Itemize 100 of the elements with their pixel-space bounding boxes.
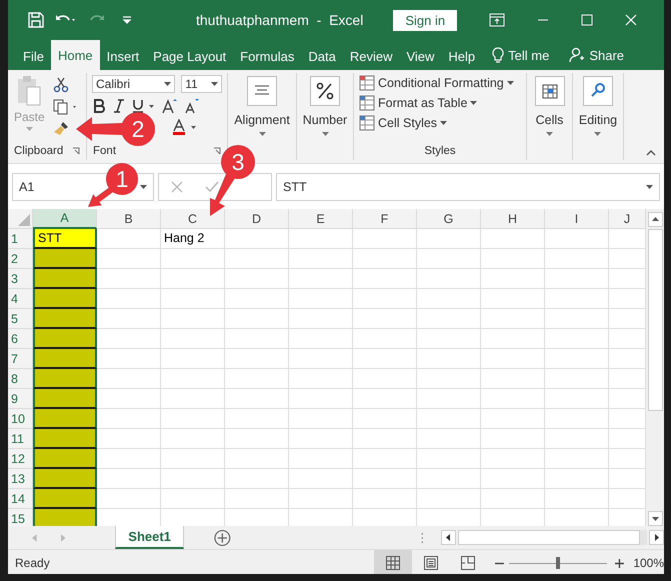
table-cell [417, 469, 481, 489]
ribbon-tab[interactable]: Help [441, 42, 482, 70]
table-cell [161, 429, 225, 449]
ribbon-tab[interactable]: View [399, 42, 442, 70]
caret-icon[interactable] [322, 132, 328, 136]
column-header[interactable]: D [225, 209, 289, 229]
column-header[interactable]: F [353, 209, 417, 229]
table-cell [161, 249, 225, 269]
caret-icon[interactable] [440, 121, 448, 125]
caret-icon[interactable] [546, 132, 553, 136]
ribbon-tab[interactable]: Formulas [233, 42, 302, 70]
caret-icon[interactable] [140, 185, 147, 189]
increase-font-icon[interactable] [162, 98, 178, 114]
italic-icon[interactable] [112, 99, 126, 113]
row-header[interactable]: 7 [8, 349, 33, 369]
underline-icon[interactable] [132, 99, 156, 113]
share-button[interactable]: Share [589, 42, 624, 70]
caret-icon[interactable] [164, 82, 172, 86]
table-cell [417, 309, 481, 329]
row-header[interactable]: 4 [8, 289, 33, 309]
scroll-right-icon[interactable] [649, 530, 664, 545]
row-header[interactable]: 8 [8, 369, 33, 389]
caret-icon[interactable] [470, 101, 478, 105]
add-sheet-icon[interactable] [214, 528, 231, 546]
styles-menu-button[interactable]: Format as Table [378, 96, 478, 110]
table-cell [545, 229, 609, 249]
number-button[interactable]: Number [300, 73, 350, 139]
pointer-arrow [88, 186, 114, 207]
font-name-dropdown[interactable]: Calibri [92, 75, 176, 93]
row-header[interactable]: 13 [8, 469, 33, 489]
sign-in-button[interactable]: Sign in [393, 10, 458, 30]
row-header[interactable]: 5 [8, 309, 33, 329]
scrollbar-thumb[interactable] [648, 229, 662, 411]
table-cell [289, 309, 353, 329]
dialog-launcher-icon[interactable] [72, 147, 80, 155]
ribbon-display-icon[interactable] [489, 13, 506, 27]
zoom-in-icon[interactable] [615, 558, 624, 568]
ribbon-tab[interactable]: Page Layout [146, 42, 234, 70]
alignment-button[interactable]: Alignment [232, 73, 292, 139]
table-cell [97, 229, 161, 249]
caret-icon[interactable] [646, 185, 653, 189]
font-size-dropdown[interactable]: 11 [181, 75, 222, 93]
column-header[interactable]: G [417, 209, 481, 229]
styles-menu-button[interactable]: Cell Styles [378, 116, 448, 130]
ribbon-tab[interactable]: Insert [100, 42, 146, 70]
maximize-icon[interactable] [581, 14, 594, 26]
table-cell [97, 449, 161, 469]
table-cell [97, 269, 161, 289]
cut-icon[interactable] [52, 77, 69, 93]
decrease-font-icon[interactable] [184, 98, 200, 114]
caret-icon[interactable] [594, 132, 602, 136]
collapse-ribbon-icon[interactable] [646, 149, 656, 157]
scroll-up-icon[interactable] [648, 212, 662, 227]
person-add-icon [569, 47, 586, 63]
table-cell [353, 229, 417, 249]
save-icon[interactable] [28, 12, 44, 28]
caret-icon[interactable] [211, 82, 218, 86]
cells-button[interactable]: Cells [532, 73, 566, 139]
row-header[interactable]: 11 [8, 429, 33, 449]
tell-me-link[interactable]: Tell me [508, 42, 550, 70]
table-style-icon [359, 95, 375, 111]
row-header[interactable]: 12 [8, 449, 33, 469]
bold-icon[interactable] [92, 99, 106, 113]
check-icon[interactable] [205, 181, 219, 193]
close-icon[interactable] [625, 14, 638, 26]
view-button[interactable] [374, 550, 412, 574]
column-header[interactable]: B [97, 209, 161, 229]
slider-thumb[interactable] [556, 557, 560, 569]
row-header[interactable]: 15 [8, 509, 33, 526]
scroll-down-icon[interactable] [648, 511, 662, 526]
column-header[interactable]: E [289, 209, 353, 229]
row-header[interactable]: 2 [8, 249, 33, 269]
format-painter-icon[interactable] [52, 121, 69, 137]
column-header[interactable]: A [33, 209, 97, 229]
copy-icon[interactable] [52, 99, 79, 115]
row-header[interactable]: 6 [8, 329, 33, 349]
table-cell [289, 249, 353, 269]
scrollbar-thumb[interactable] [458, 530, 640, 545]
styles-menu-button[interactable]: Conditional Formatting [378, 76, 514, 90]
row-header[interactable]: 3 [8, 269, 33, 289]
row-header[interactable]: 1 [8, 229, 33, 249]
ribbon-tab[interactable]: Data [301, 42, 343, 70]
dialog-launcher-icon[interactable] [213, 147, 221, 155]
editing-button[interactable]: Editing [576, 73, 620, 139]
sheet-tab[interactable]: Sheet1 [115, 526, 184, 549]
column-header[interactable]: C [161, 209, 225, 229]
column-header[interactable]: H [481, 209, 545, 229]
row-header[interactable]: 14 [8, 489, 33, 509]
formula-field[interactable]: STT [276, 173, 660, 201]
caret-icon[interactable] [258, 132, 266, 136]
ribbon-tab[interactable]: Review [342, 42, 400, 70]
customize-toolbar-icon[interactable] [122, 15, 132, 25]
caret-icon[interactable] [506, 81, 514, 85]
ribbon-tab[interactable]: Home [50, 40, 100, 70]
column-header[interactable]: J [609, 209, 646, 229]
scroll-left-icon[interactable] [441, 530, 456, 545]
row-header[interactable]: 9 [8, 389, 33, 409]
ribbon-tab[interactable]: File [16, 42, 51, 70]
row-header[interactable]: 10 [8, 409, 33, 429]
column-header[interactable]: I [545, 209, 609, 229]
